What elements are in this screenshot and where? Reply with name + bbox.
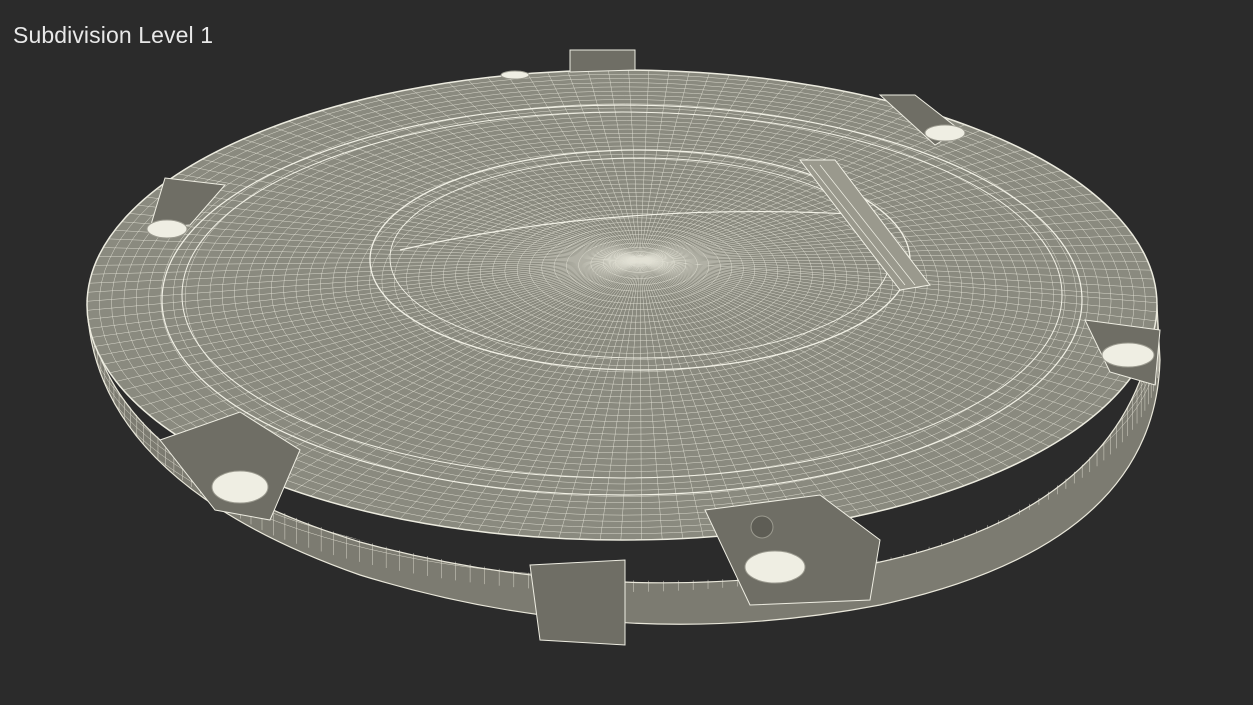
bolt-head-icon [211, 470, 269, 504]
bolt-head-icon [924, 124, 966, 142]
bolt-hole-icon [750, 515, 774, 539]
bolt-head-icon [500, 70, 530, 80]
bolt-head-icon [744, 550, 806, 584]
bolt-head-icon [146, 219, 188, 239]
3d-viewport[interactable]: Subdivision Level 1 [0, 0, 1253, 705]
bolt-head-icon [1101, 342, 1155, 368]
subdivision-level-label: Subdivision Level 1 [13, 22, 214, 48]
wireframe-model [86, 49, 1161, 646]
